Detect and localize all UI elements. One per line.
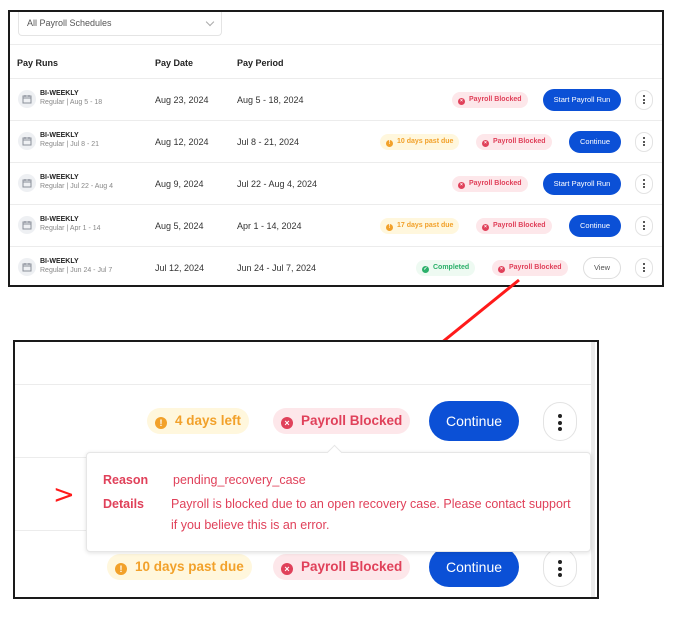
annotation-marker: >	[53, 480, 75, 510]
x-circle-icon: ×	[281, 417, 293, 429]
continue-button[interactable]: Continue	[429, 401, 519, 441]
scrollbar[interactable]	[591, 342, 595, 597]
payroll-blocked-badge[interactable]: × Payroll Blocked	[273, 554, 411, 580]
alert-icon: !	[115, 563, 127, 575]
more-options-button[interactable]	[543, 548, 577, 587]
alert-icon: !	[155, 417, 167, 429]
blocked-reason-tooltip: Reason pending_recovery_case Details Pay…	[86, 444, 591, 552]
x-circle-icon: ×	[281, 563, 293, 575]
reason-label: Reason	[103, 473, 149, 487]
continue-button[interactable]: Continue	[429, 547, 519, 587]
more-options-button[interactable]	[543, 402, 577, 441]
divider	[15, 384, 591, 385]
payroll-blocked-badge[interactable]: × Payroll Blocked	[273, 408, 411, 434]
reason-value: pending_recovery_case	[173, 473, 306, 487]
days-left-badge: ! 4 days left	[147, 408, 250, 434]
kebab-icon	[558, 560, 562, 580]
past-due-badge: ! 10 days past due	[107, 554, 252, 580]
details-value: Payroll is blocked due to an open recove…	[171, 497, 571, 532]
zoomed-detail-panel: ! 4 days left × Payroll Blocked Continue !…	[13, 340, 599, 599]
tooltip-caret	[326, 444, 343, 461]
details-label: Details	[103, 497, 144, 511]
kebab-icon	[558, 414, 562, 434]
